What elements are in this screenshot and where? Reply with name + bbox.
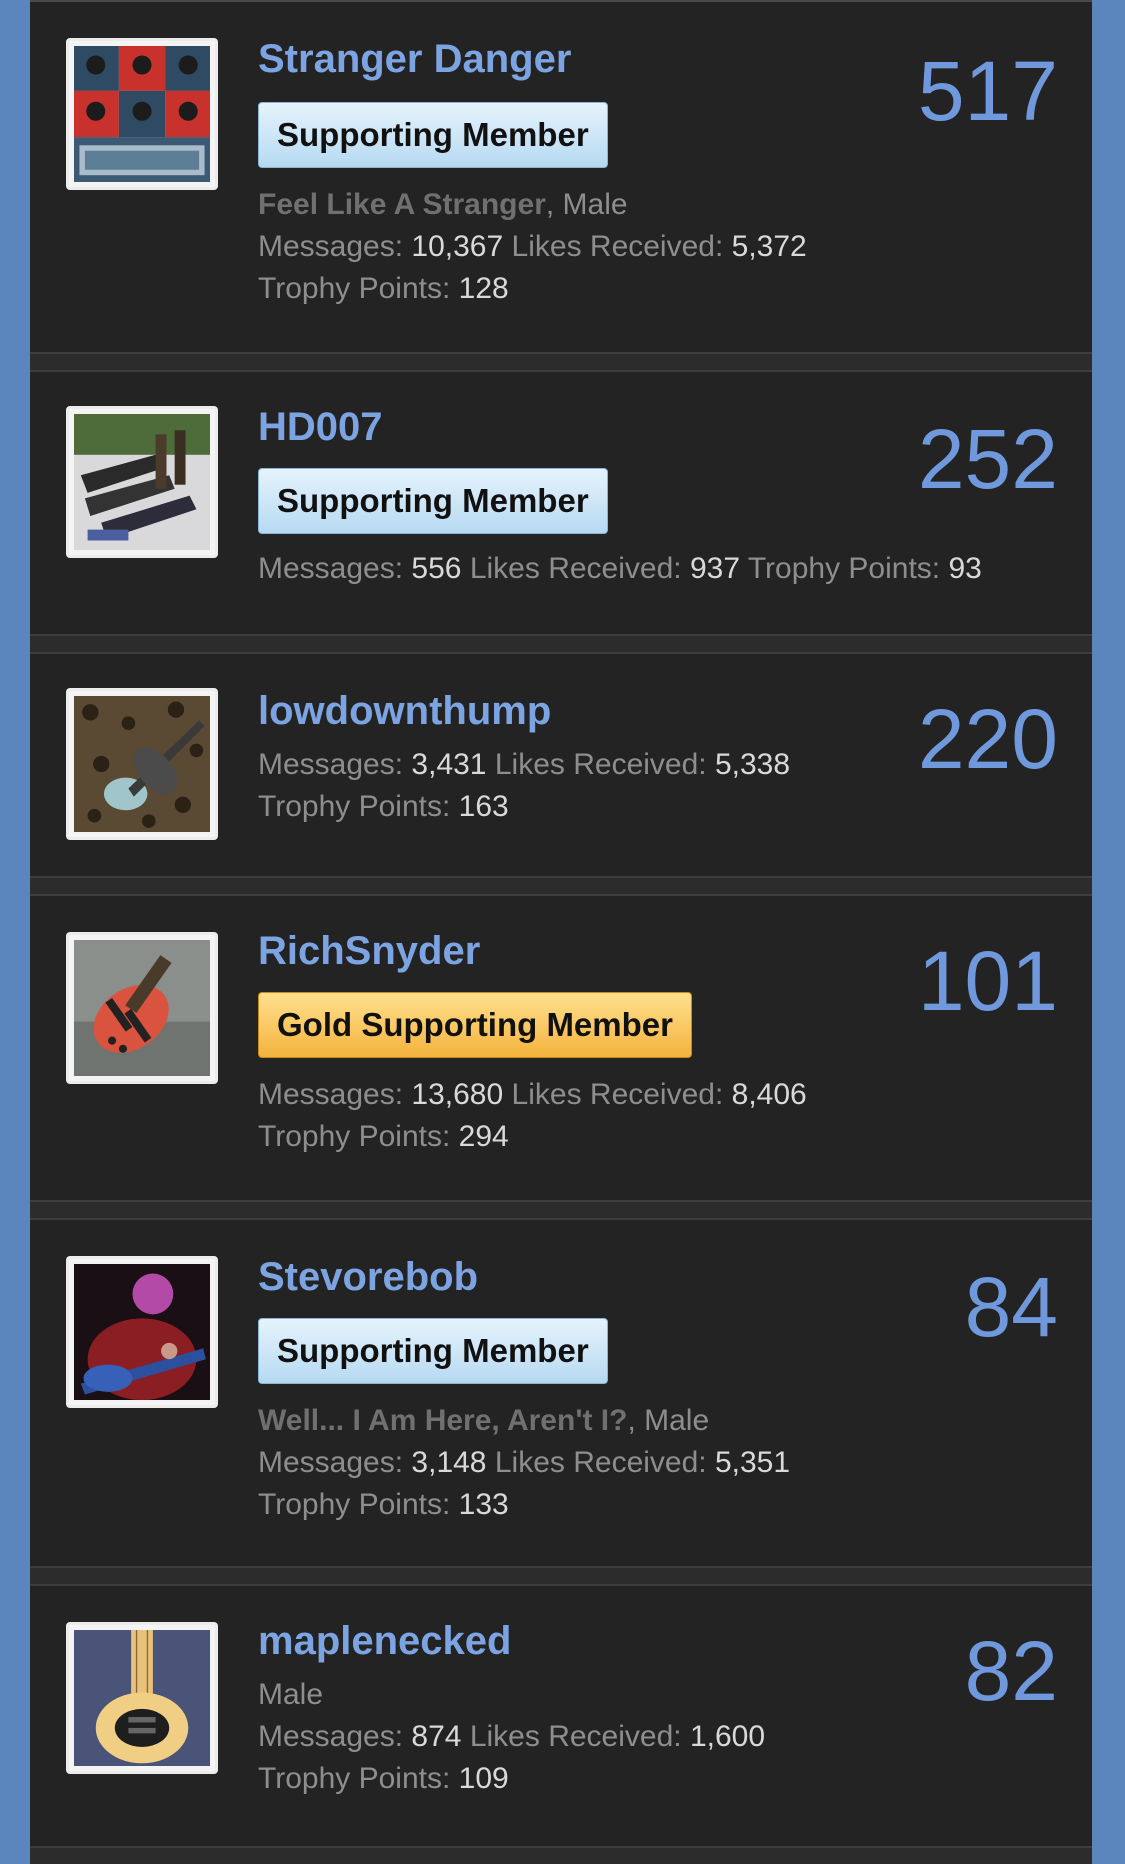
trophy-label: Trophy Points: [258,1120,451,1153]
trophy-label: Trophy Points: [258,790,451,823]
member-count: 101 [917,934,1058,1028]
stats-line: Messages: 13,680 Likes Received: 8,406 [258,1074,807,1116]
bass-collection-avatar-icon [74,414,210,550]
gender-line: Male [258,1674,323,1716]
likes-value: 5,351 [714,1446,791,1479]
likes-value: 5,338 [714,748,791,781]
avatar[interactable] [66,932,218,1084]
likes-value: 937 [689,552,741,585]
member-count: 517 [917,44,1058,138]
trophy-label: Trophy Points: [258,1488,451,1521]
username-link[interactable]: RichSnyder [258,928,480,974]
trophy-value: 128 [458,272,509,305]
likes-label: Likes Received: [511,1078,724,1111]
bass-on-leopard-print-avatar-icon [74,696,210,832]
trophy-line: Trophy Points: 128 [258,268,509,310]
member-list: Stranger Danger 517 Supporting Member Fe… [30,0,1092,1864]
messages-label: Messages: [258,230,404,263]
messages-value: 3,431 [411,748,487,781]
likes-value: 8,406 [731,1078,807,1111]
avatar[interactable] [66,688,218,840]
likes-value: 5,372 [731,230,807,263]
trophy-value: 133 [458,1488,509,1521]
member-card: HD007 252 Supporting Member Messages: 55… [30,370,1092,636]
messages-label: Messages: [258,552,404,585]
gender: Male [562,188,628,221]
username-link[interactable]: HD007 [258,404,383,450]
member-card: Stranger Danger 517 Supporting Member Fe… [30,2,1092,354]
member-card: lowdownthump 220 Messages: 3,431 Likes R… [30,652,1092,878]
trophy-label: Trophy Points: [258,272,451,305]
messages-value: 13,680 [411,1078,504,1111]
likes-label: Likes Received: [494,1446,707,1479]
trophy-line: Trophy Points: 294 [258,1116,509,1158]
stats-line: Messages: 10,367 Likes Received: 5,372 [258,226,807,268]
trophy-line: Trophy Points: 109 [258,1758,509,1800]
gender: Male [644,1404,710,1437]
gold-supporting-member-badge: Gold Supporting Member [258,992,692,1058]
username-link[interactable]: Stevorebob [258,1254,478,1300]
messages-value: 3,148 [411,1446,487,1479]
likes-label: Likes Received: [511,230,724,263]
supporting-member-badge: Supporting Member [258,102,608,168]
member-card: Stevorebob 84 Supporting Member Well... … [30,1218,1092,1568]
messages-value: 874 [411,1720,462,1753]
member-title-line: Well... I Am Here, Aren't I?, Male [258,1400,709,1442]
custom-title: Feel Like A Stranger [258,188,546,221]
likes-label: Likes Received: [494,748,707,781]
trophy-value: 93 [948,552,982,585]
messages-label: Messages: [258,1078,404,1111]
stats-line: Messages: 874 Likes Received: 1,600 [258,1716,765,1758]
username-link[interactable]: Stranger Danger [258,36,571,82]
avatar[interactable] [66,406,218,558]
stats-line: Messages: 3,148 Likes Received: 5,351 [258,1442,790,1484]
username-link[interactable]: lowdownthump [258,688,551,734]
bassist-playing-avatar-icon [74,1264,210,1400]
supporting-member-badge: Supporting Member [258,1318,608,1384]
likes-label: Likes Received: [469,552,682,585]
messages-value: 556 [411,552,462,585]
member-count: 84 [964,1260,1058,1354]
comma-separator: , [545,188,563,221]
hope-poster-avatar-icon [74,46,210,182]
avatar[interactable] [66,1256,218,1408]
avatar[interactable] [66,1622,218,1774]
trophy-label: Trophy Points: [258,1762,451,1795]
member-count: 82 [964,1624,1058,1718]
member-count: 220 [917,692,1058,786]
trophy-line: Trophy Points: 163 [258,786,509,828]
username-link[interactable]: maplenecked [258,1618,511,1664]
member-count: 252 [917,412,1058,506]
likes-value: 1,600 [689,1720,766,1753]
supporting-member-badge: Supporting Member [258,468,608,534]
likes-label: Likes Received: [469,1720,682,1753]
member-title-line: Feel Like A Stranger, Male [258,184,628,226]
gender: Male [258,1678,324,1711]
maple-neck-bass-avatar-icon [74,1630,210,1766]
trophy-value: 163 [458,790,509,823]
stats-line: Messages: 3,431 Likes Received: 5,338 [258,744,790,786]
avatar[interactable] [66,38,218,190]
red-bass-avatar-icon [74,940,210,1076]
trophy-value: 294 [458,1120,509,1153]
messages-value: 10,367 [411,230,504,263]
trophy-value: 109 [458,1762,509,1795]
messages-label: Messages: [258,1720,404,1753]
custom-title: Well... I Am Here, Aren't I? [258,1404,628,1437]
trophy-label: Trophy Points: [747,552,941,585]
stats-line: Messages: 556 Likes Received: 937 Trophy… [258,548,982,590]
member-card: maplenecked 82 Male Messages: 874 Likes … [30,1584,1092,1848]
member-card: RichSnyder 101 Gold Supporting Member Me… [30,894,1092,1202]
comma-separator: , [627,1404,645,1437]
messages-label: Messages: [258,748,404,781]
messages-label: Messages: [258,1446,404,1479]
trophy-line: Trophy Points: 133 [258,1484,509,1526]
